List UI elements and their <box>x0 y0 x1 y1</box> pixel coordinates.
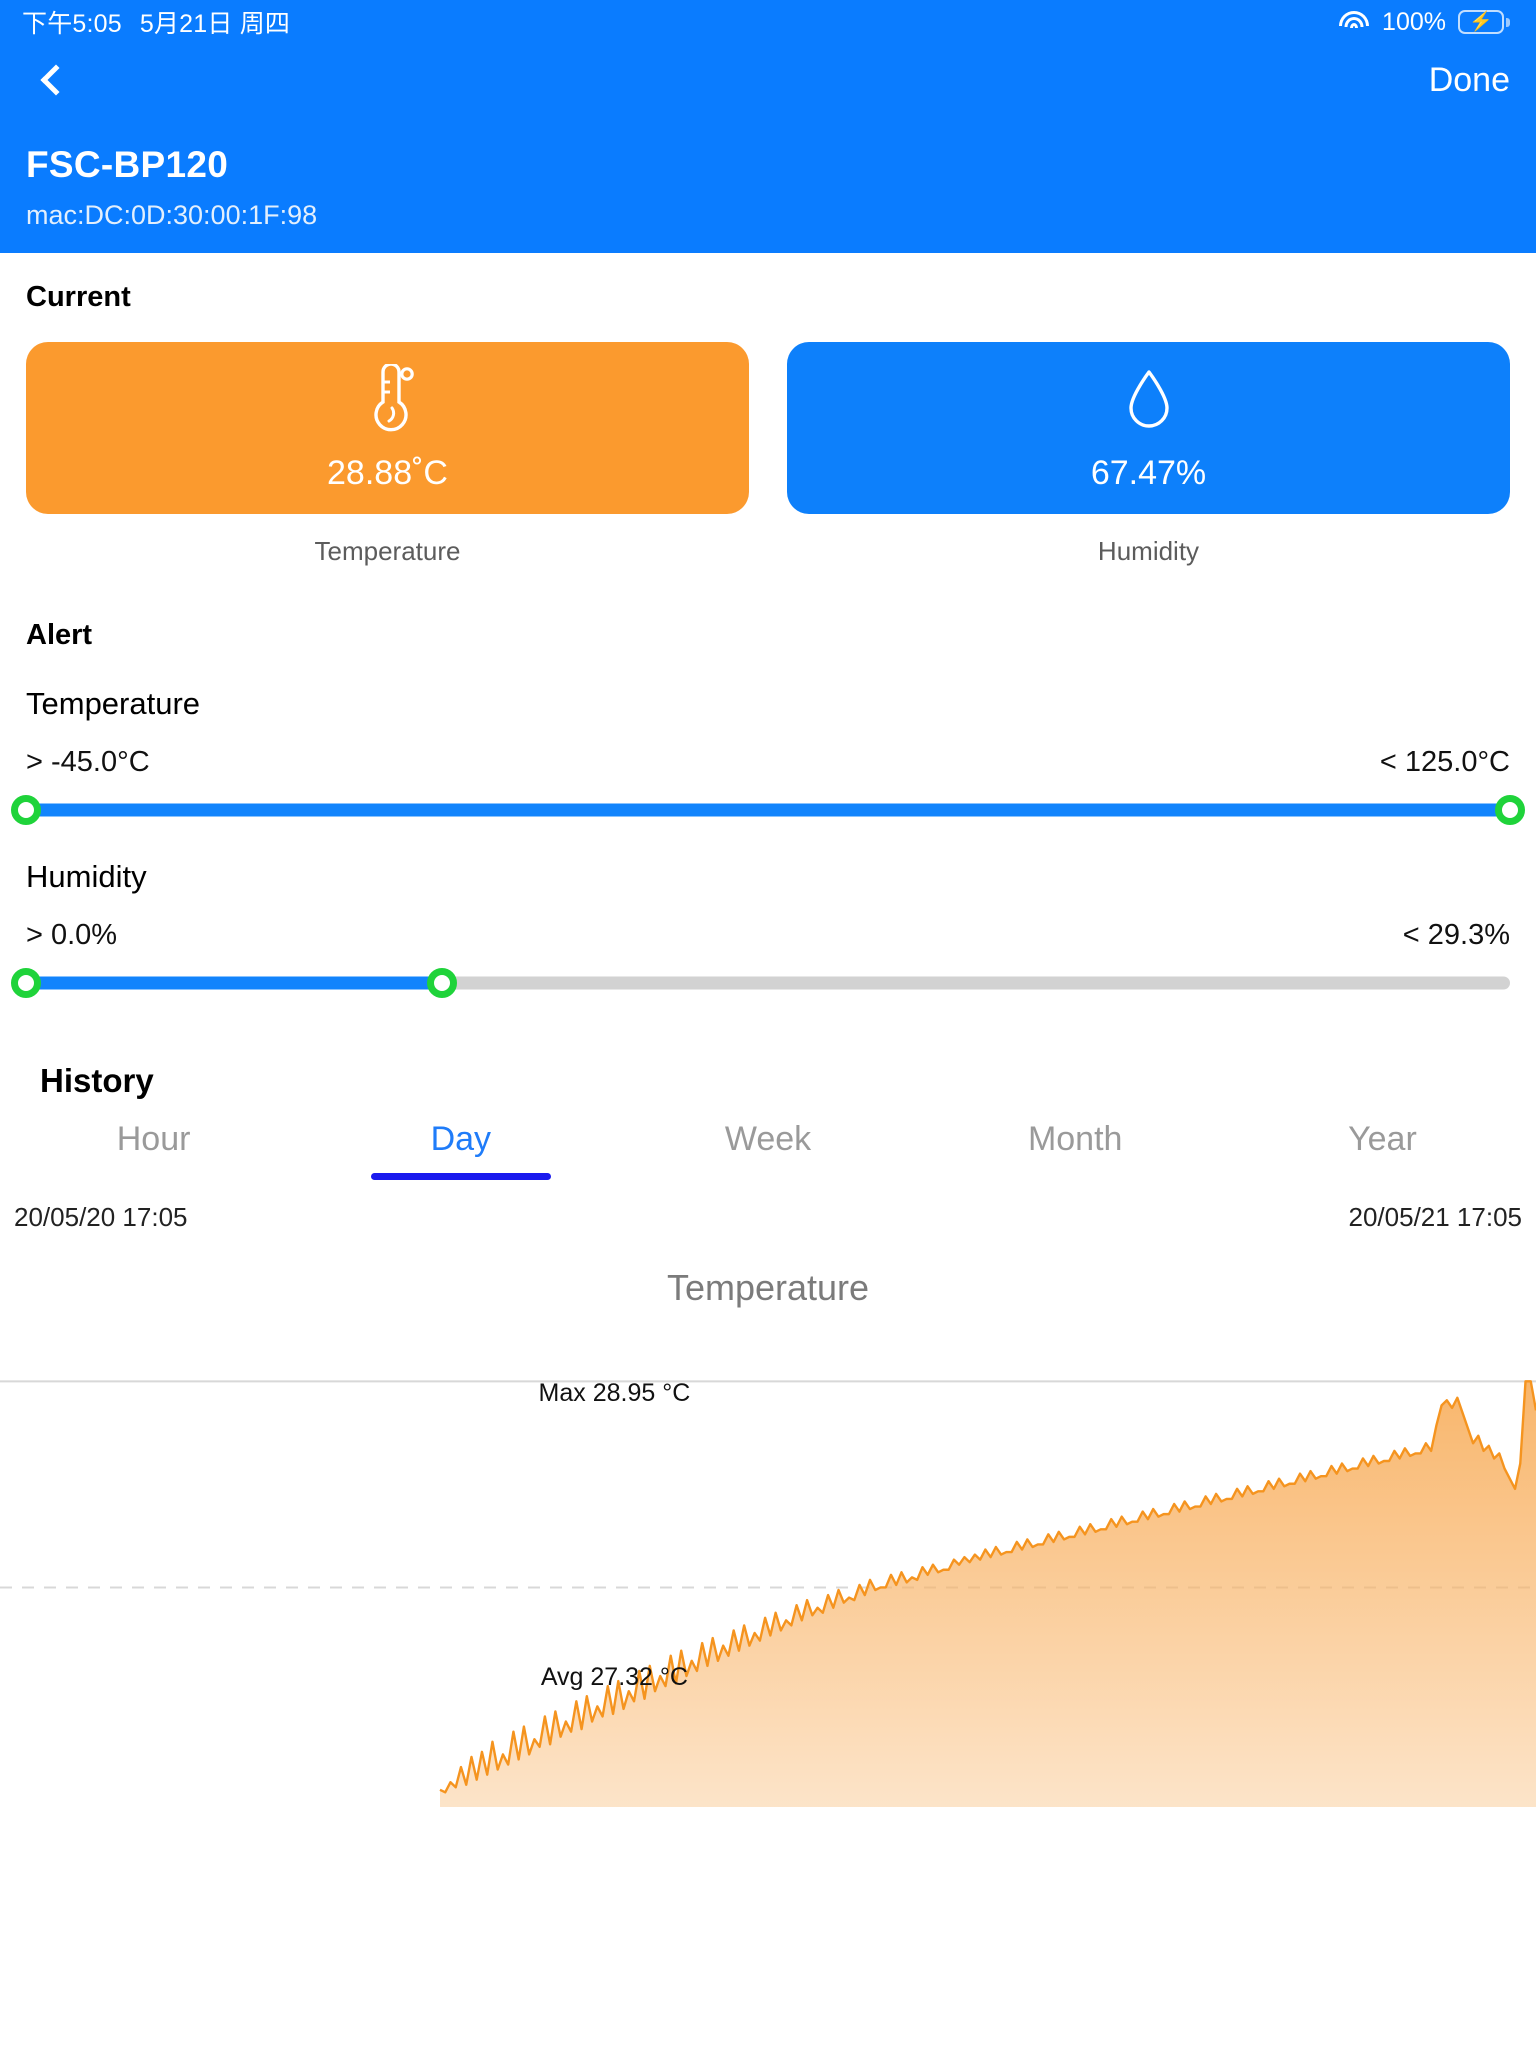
humidity-value: 67.47% <box>1090 453 1207 492</box>
status-bar-left: 下午5:05 5月21日 周四 <box>22 4 290 40</box>
chevron-left-icon <box>40 64 72 96</box>
chart-svg <box>0 1380 1536 1807</box>
current-section: Current 28.88˚C Temperature 67.47% Humid… <box>0 253 1536 567</box>
tab-year[interactable]: Year <box>1229 1120 1536 1180</box>
status-date: 5月21日 周四 <box>139 10 291 38</box>
tab-month[interactable]: Month <box>922 1120 1229 1180</box>
status-bar-right: 100% ⚡ <box>1338 8 1510 37</box>
history-section: History Hour Day Week Month Year 20/05/2… <box>0 1062 1536 1807</box>
nav-bar: Done FSC-BP120 mac:DC:0D:30:00:1F:98 <box>0 44 1536 253</box>
humidity-card-label: Humidity <box>1097 536 1200 566</box>
alert-temperature-label: Temperature <box>26 686 201 721</box>
tab-week-label: Week <box>724 1120 812 1158</box>
done-button[interactable]: Done <box>1429 61 1510 100</box>
history-start-time: 20/05/20 17:05 <box>14 1202 188 1232</box>
tab-hour-label: Hour <box>116 1120 191 1158</box>
temperature-card-column: 28.88˚C Temperature <box>26 342 749 567</box>
chart-avg-label: Avg 27.32 °C <box>540 1663 688 1691</box>
history-section-title: History <box>40 1062 154 1099</box>
alert-humidity-label: Humidity <box>26 859 147 894</box>
wifi-icon <box>1338 10 1370 34</box>
device-mac: mac:DC:0D:30:00:1F:98 <box>26 200 318 230</box>
status-bar: 下午5:05 5月21日 周四 100% ⚡ <box>0 0 1536 44</box>
tab-month-label: Month <box>1027 1120 1123 1158</box>
alert-temperature-range-labels: > -45.0°C < 125.0°C <box>26 746 1510 779</box>
history-date-range: 20/05/20 17:05 20/05/21 17:05 <box>0 1202 1536 1233</box>
alert-humidity-range-labels: > 0.0% < 29.3% <box>26 919 1510 952</box>
water-drop-icon <box>1128 369 1169 428</box>
slider-fill <box>26 976 442 990</box>
battery-percent-label: 100% <box>1382 7 1446 36</box>
chart-title: Temperature <box>666 1267 870 1308</box>
alert-section: Alert Temperature > -45.0°C < 125.0°C Hu… <box>0 619 1536 998</box>
tab-year-label: Year <box>1348 1120 1417 1158</box>
temperature-history-chart[interactable]: Max 28.95 °C Avg 27.32 °C <box>0 1367 1536 1807</box>
history-tabs: Hour Day Week Month Year <box>0 1120 1536 1180</box>
nav-row: Done <box>26 44 1510 116</box>
chart-max-label: Max 28.95 °C <box>538 1379 691 1407</box>
tab-underline <box>370 1173 551 1180</box>
alert-temperature-slider[interactable] <box>11 795 1525 825</box>
temperature-card-label: Temperature <box>314 536 461 566</box>
slider-min-handle[interactable] <box>11 968 41 998</box>
slider-max-handle[interactable] <box>426 968 457 998</box>
tab-week[interactable]: Week <box>614 1120 921 1180</box>
humidity-card[interactable]: 67.47% <box>787 342 1510 514</box>
slider-fill <box>26 803 1510 817</box>
current-section-title: Current <box>26 281 131 313</box>
alert-section-title: Alert <box>26 619 93 651</box>
humidity-card-column: 67.47% Humidity <box>787 342 1510 567</box>
tab-day-label: Day <box>430 1120 492 1158</box>
alert-humidity-slider[interactable] <box>11 968 1510 998</box>
alert-temperature-max-label: < 125.0°C <box>1379 746 1510 778</box>
alert-humidity-max-label: < 29.3% <box>1402 919 1510 951</box>
tab-day[interactable]: Day <box>307 1120 614 1180</box>
slider-min-handle[interactable] <box>11 795 41 825</box>
temperature-card[interactable]: 28.88˚C <box>26 342 749 514</box>
history-end-time: 20/05/21 17:05 <box>1348 1202 1523 1232</box>
device-name: FSC-BP120 <box>26 144 229 185</box>
temperature-value: 28.88˚C <box>327 453 448 492</box>
status-time: 下午5:05 <box>22 10 122 38</box>
back-button[interactable] <box>26 54 78 106</box>
thermometer-icon <box>373 363 414 431</box>
alert-humidity-min-label: > 0.0% <box>26 919 118 951</box>
app-screen: 下午5:05 5月21日 周四 100% ⚡ Done FSC-BP120 ma… <box>0 0 1536 2048</box>
current-cards: 28.88˚C Temperature 67.47% Humidity <box>26 342 1510 567</box>
slider-max-handle[interactable] <box>1495 795 1525 825</box>
alert-temperature-min-label: > -45.0°C <box>26 746 150 778</box>
tab-hour[interactable]: Hour <box>0 1120 307 1180</box>
battery-charging-icon: ⚡ <box>1458 10 1510 34</box>
